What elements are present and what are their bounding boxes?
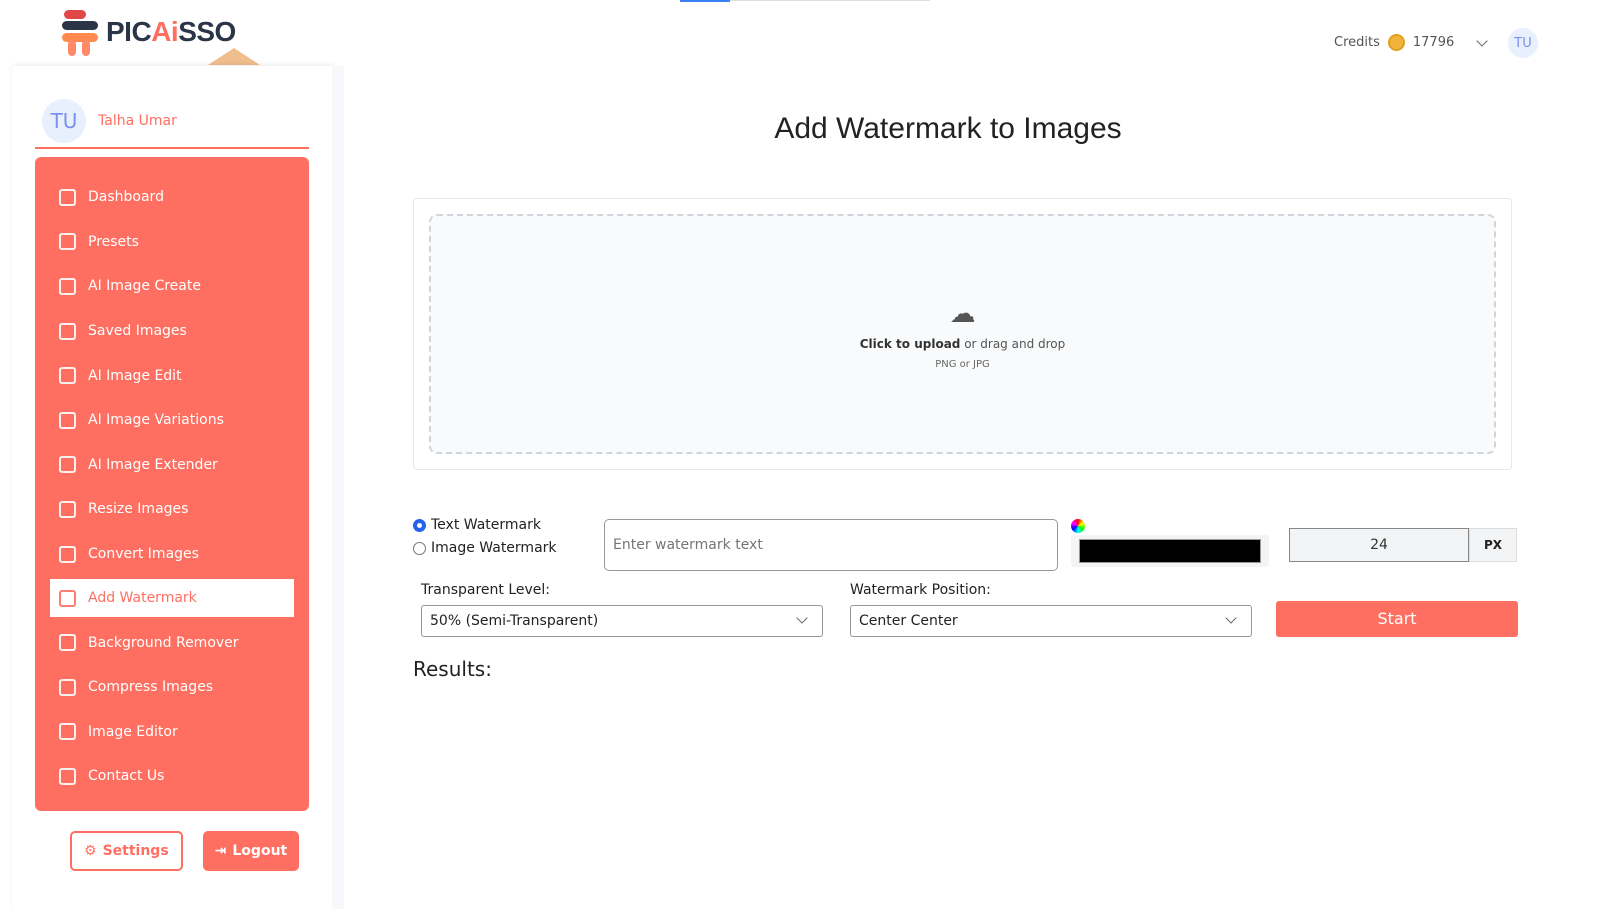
sidebar-item-background-remover[interactable]: Background Remover: [50, 620, 294, 665]
contact-icon: [59, 767, 76, 785]
extender-icon: [59, 456, 76, 474]
transparent-level-label: Transparent Level:: [421, 582, 551, 598]
saved-images-icon: [59, 322, 76, 340]
font-size-input[interactable]: 24: [1289, 528, 1469, 562]
sidebar-item-compress-images[interactable]: Compress Images: [50, 665, 294, 710]
logout-icon: ⇥: [214, 843, 227, 859]
color-picker[interactable]: [1071, 535, 1269, 567]
watermark-position-select[interactable]: Center Center: [850, 605, 1252, 637]
logout-button[interactable]: ⇥ Logout: [202, 831, 300, 871]
divider: [35, 147, 309, 149]
background-remover-icon: [59, 634, 76, 652]
unit-label: PX: [1469, 528, 1517, 562]
upload-formats: PNG or JPG: [935, 358, 990, 370]
sidebar-menu: Dashboard Presets AI Image Create Saved Ima…: [35, 157, 309, 811]
upload-instructions: Click to upload or drag and drop: [859, 336, 1066, 351]
radio-checked[interactable]: [413, 519, 426, 532]
top-indicator: [680, 0, 730, 2]
dashboard-icon: [59, 188, 76, 206]
radio-text-watermark[interactable]: Text Watermark: [413, 514, 557, 537]
watermark-icon: [59, 589, 76, 607]
top-divider: [730, 0, 930, 1]
image-create-icon: [59, 277, 76, 295]
chevron-down-icon: [1476, 34, 1488, 47]
watermark-type-group: Text Watermark Image Watermark: [413, 514, 557, 560]
sidebar-item-ai-image-create[interactable]: AI Image Create: [50, 264, 294, 309]
watermark-text-input[interactable]: [604, 519, 1058, 571]
radio-image-watermark[interactable]: Image Watermark: [413, 537, 557, 560]
resize-icon: [59, 500, 76, 518]
sidebar-item-ai-image-edit[interactable]: AI Image Edit: [50, 353, 294, 398]
watermark-position-label: Watermark Position:: [850, 582, 991, 598]
sidebar-item-ai-image-extender[interactable]: AI Image Extender: [50, 443, 294, 488]
presets-icon: [59, 233, 76, 251]
chevron-down-icon: [796, 612, 808, 624]
transparent-level-select[interactable]: 50% (Semi-Transparent): [421, 605, 823, 637]
start-button[interactable]: Start: [1276, 601, 1518, 637]
color-swatch[interactable]: [1079, 539, 1261, 563]
dropzone[interactable]: ☁ Click to upload or drag and drop PNG o…: [429, 214, 1496, 454]
cloud-upload-icon: ☁: [949, 298, 976, 329]
sidebar-item-resize-images[interactable]: Resize Images: [50, 487, 294, 532]
credits-value: 17796: [1412, 35, 1455, 50]
radio-unchecked[interactable]: [413, 542, 426, 555]
settings-button[interactable]: ⚙ Settings: [70, 831, 183, 871]
compress-icon: [59, 678, 76, 696]
image-editor-icon: [59, 723, 76, 741]
background-strip: [332, 66, 344, 909]
chevron-down-icon: [1225, 612, 1237, 624]
upload-area[interactable]: ☁ Click to upload or drag and drop PNG o…: [413, 198, 1512, 470]
logo-text: PICAiSSO: [106, 16, 236, 47]
sidebar-item-add-watermark[interactable]: Add Watermark: [50, 579, 294, 618]
credits-dropdown[interactable]: Credits 17796: [1334, 34, 1488, 51]
credits-label: Credits: [1334, 35, 1380, 50]
avatar[interactable]: TU: [1508, 28, 1538, 58]
logo-mark-icon: [60, 8, 100, 56]
decorative-triangle: [208, 48, 260, 65]
sidebar-item-presets[interactable]: Presets: [50, 220, 294, 265]
color-wheel-icon: [1071, 519, 1085, 533]
edit-icon: [59, 367, 76, 385]
sidebar-item-saved-images[interactable]: Saved Images: [50, 309, 294, 354]
gear-icon: ⚙: [84, 843, 97, 859]
coins-icon: [1387, 34, 1405, 51]
sidebar-item-convert-images[interactable]: Convert Images: [50, 532, 294, 577]
sidebar-item-dashboard[interactable]: Dashboard: [50, 175, 294, 220]
sidebar-item-ai-image-variations[interactable]: AI Image Variations: [50, 398, 294, 443]
page-title: Add Watermark to Images: [774, 112, 1122, 145]
sidebar-item-contact-us[interactable]: Contact Us: [50, 754, 294, 799]
results-heading: Results:: [413, 657, 492, 681]
sidebar-item-image-editor[interactable]: Image Editor: [50, 710, 294, 755]
sidebar: TU Talha Umar Dashboard Presets AI Image C…: [12, 66, 332, 909]
variations-icon: [59, 411, 76, 429]
convert-icon: [59, 545, 76, 563]
